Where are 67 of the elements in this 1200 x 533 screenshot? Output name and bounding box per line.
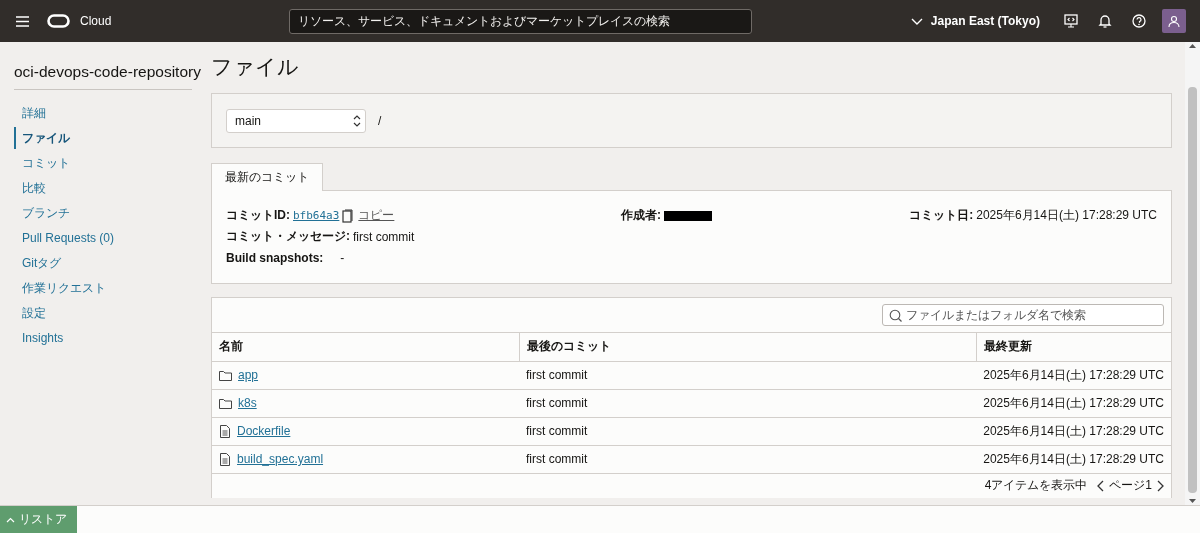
chevron-left-icon[interactable]: [1097, 479, 1105, 492]
copy-link[interactable]: コピー: [358, 207, 395, 224]
sidebar-item[interactable]: 詳細: [14, 101, 46, 124]
commit-message: first commit: [353, 229, 415, 244]
file-icon: [219, 424, 231, 438]
folder-icon: [219, 369, 232, 381]
chevron-updown-icon: [353, 114, 361, 127]
folder-icon: [219, 397, 232, 409]
branch-select[interactable]: main: [226, 108, 366, 133]
chevron-right-icon[interactable]: [1157, 479, 1164, 492]
path-text: /: [378, 113, 382, 128]
search-icon: [889, 308, 902, 322]
page-title: ファイル: [211, 54, 299, 80]
sidebar-item[interactable]: 比較: [14, 176, 46, 199]
table-cell: first commit: [519, 445, 977, 473]
restore-button[interactable]: リストア: [0, 506, 77, 533]
table-cell: first commit: [519, 389, 977, 417]
commit-tab[interactable]: 最新のコミット: [211, 163, 323, 191]
redaction-bar: [664, 210, 712, 221]
file-name-link[interactable]: build_spec.yaml: [237, 452, 324, 466]
sidebar-item[interactable]: Gitタグ: [14, 251, 62, 274]
file-name-link[interactable]: app: [238, 368, 259, 382]
column-header[interactable]: 最終更新: [976, 333, 1171, 361]
commit-message-label: コミット・メッセージ:: [226, 228, 350, 245]
sidebar-item[interactable]: Pull Requests (0): [14, 226, 115, 249]
file-search-field[interactable]: ファイルまたはフォルダ名で検索: [882, 304, 1164, 326]
table-cell: 2025年6月14日(土) 17:28:29 UTC: [976, 417, 1171, 445]
file-icon: [219, 452, 231, 466]
column-header[interactable]: 最後のコミット: [519, 333, 977, 361]
monitor-code-icon[interactable]: [1064, 14, 1078, 28]
region-selector[interactable]: Japan East (Tokyo): [910, 14, 1040, 28]
scrollbar[interactable]: [1185, 42, 1200, 505]
table-cell: first commit: [519, 361, 977, 389]
person-icon: [1168, 14, 1180, 28]
table-cell: 2025年6月14日(土) 17:28:29 UTC: [976, 361, 1171, 389]
sidebar-item[interactable]: コミット: [14, 151, 70, 174]
bell-icon[interactable]: [1098, 14, 1112, 28]
brand-name: Cloud: [80, 14, 112, 28]
sidebar-item[interactable]: ファイル: [14, 126, 70, 149]
column-header[interactable]: 名前: [212, 333, 520, 361]
sidebar-item[interactable]: ブランチ: [14, 201, 70, 224]
chevron-down-icon: [910, 17, 923, 25]
help-icon[interactable]: [1132, 14, 1146, 28]
search-field[interactable]: リソース、サービス、ドキュメントおよびマーケットプレイスの検索: [289, 8, 753, 34]
table-cell: first commit: [519, 417, 977, 445]
item-count: 4アイテムを表示中: [984, 477, 1088, 494]
commit-id-link[interactable]: bfb64a3: [293, 209, 340, 222]
author-label: 作成者:: [621, 207, 661, 224]
repository-title: oci-devops-code-repository: [14, 62, 201, 82]
table-cell: 2025年6月14日(土) 17:28:29 UTC: [976, 389, 1171, 417]
commit-date: 2025年6月14日(土) 17:28:29 UTC: [976, 207, 1157, 224]
commit-date-label: コミット日:: [909, 207, 974, 224]
sidebar-item[interactable]: Insights: [14, 326, 64, 349]
sidebar-item[interactable]: 作業リクエスト: [14, 276, 106, 299]
chevron-up-icon: [6, 516, 15, 523]
sidebar-item[interactable]: 設定: [14, 301, 46, 324]
menu-icon[interactable]: [16, 15, 29, 27]
snapshots-value: -: [340, 250, 345, 265]
user-avatar[interactable]: [1162, 9, 1186, 33]
file-name-link[interactable]: k8s: [238, 396, 257, 410]
logo-icon[interactable]: [47, 14, 70, 28]
commit-id-label: コミットID:: [226, 207, 290, 224]
table-cell: 2025年6月14日(土) 17:28:29 UTC: [976, 445, 1171, 473]
snapshots-label: Build snapshots:: [226, 250, 324, 265]
copy-icon[interactable]: [342, 208, 354, 223]
page-indicator: ページ1: [1109, 477, 1152, 494]
file-name-link[interactable]: Dockerfile: [237, 424, 291, 438]
